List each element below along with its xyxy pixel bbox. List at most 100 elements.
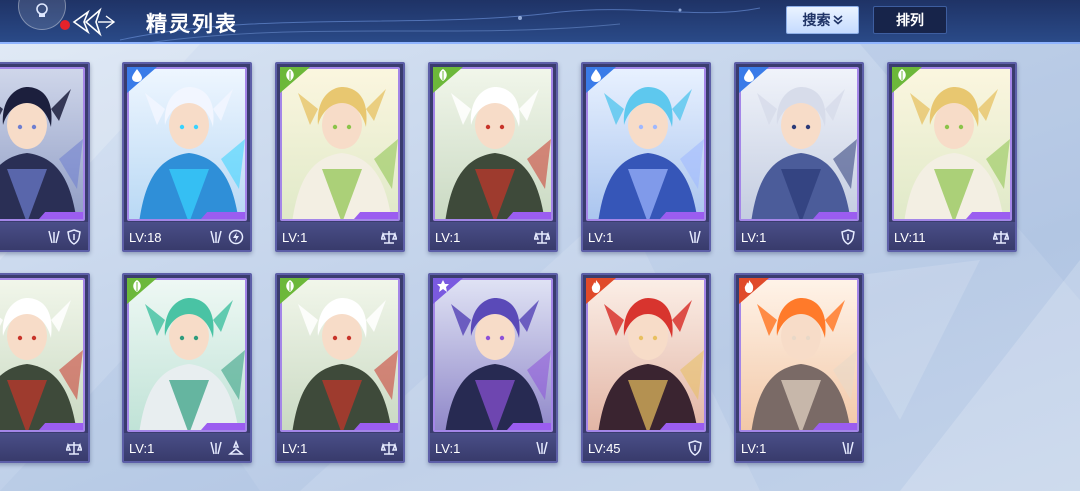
level-label: LV:1: [129, 441, 155, 456]
rarity-tab: [201, 423, 245, 430]
balance-icon: [534, 231, 550, 244]
trait-badges: [687, 229, 703, 245]
sprite-card[interactable]: LV:1: [428, 62, 558, 252]
grass-element-icon: [898, 69, 906, 81]
card-art: [433, 67, 553, 221]
character-portrait: [0, 69, 83, 219]
card-footer: [0, 433, 88, 461]
level-label: LV:1: [435, 230, 461, 245]
dark-element-icon: [437, 280, 449, 292]
rarity-tab: [813, 212, 857, 219]
rarity-tab: [813, 423, 857, 430]
grass-element-icon: [286, 69, 294, 81]
card-art: [739, 278, 859, 432]
rarity-tab: [354, 423, 398, 430]
card-footer: LV:1: [277, 222, 403, 250]
level-label: LV:45: [588, 441, 621, 456]
card-footer: LV:1: [124, 433, 250, 461]
level-label: LV:1: [435, 441, 461, 456]
shield-icon: [688, 440, 702, 456]
trait-badges: [208, 229, 244, 245]
shield-icon: [67, 229, 81, 245]
trait-icon: [689, 230, 701, 244]
level-label: LV:1: [741, 441, 767, 456]
level-label: LV:1: [588, 230, 614, 245]
card-footer: LV:11: [889, 222, 1015, 250]
trait-badges: [381, 229, 397, 245]
grass-element-icon: [439, 69, 447, 81]
trait-badges: [46, 229, 82, 245]
sprite-card[interactable]: LV:45: [581, 273, 711, 463]
card-footer: LV:18: [124, 222, 250, 250]
rarity-tab: [201, 212, 245, 219]
level-label: LV:1: [741, 230, 767, 245]
card-art: [0, 67, 85, 221]
sprite-card[interactable]: LV:1: [428, 273, 558, 463]
character-portrait: [282, 280, 398, 430]
sprite-card[interactable]: LV:11: [887, 62, 1017, 252]
card-art: [586, 278, 706, 432]
sprite-card[interactable]: [0, 62, 90, 252]
character-portrait: [894, 69, 1010, 219]
balance-icon: [381, 231, 397, 244]
trait-badges: [840, 440, 856, 456]
trait-badges: [534, 229, 550, 245]
trait-badges: [381, 440, 397, 456]
card-footer: [0, 222, 88, 250]
character-portrait: [435, 280, 551, 430]
card-art: [280, 67, 400, 221]
character-portrait: [0, 280, 83, 430]
sprite-card[interactable]: LV:1: [275, 273, 405, 463]
grass-element-icon: [286, 280, 294, 292]
sprite-card[interactable]: LV:1: [734, 273, 864, 463]
sprite-card[interactable]: LV:1: [275, 62, 405, 252]
card-footer: LV:1: [277, 433, 403, 461]
card-footer: LV:1: [430, 433, 556, 461]
trait-badges: [66, 440, 82, 456]
lightning-icon: [228, 229, 244, 245]
fire-element-icon: [744, 280, 754, 293]
balance-icon: [993, 231, 1009, 244]
sprite-grid: LV:18 LV:1 LV:1 LV:1 LV:1 LV:11 LV:1 LV:1 LV:1 LV…: [0, 0, 1080, 491]
trait-badges: [534, 440, 550, 456]
card-art: [892, 67, 1012, 221]
grass-element-icon: [133, 280, 141, 292]
rarity-tab: [966, 212, 1010, 219]
water-element-icon: [132, 69, 142, 82]
character-portrait: [282, 69, 398, 219]
level-label: LV:11: [894, 230, 926, 245]
card-art: [127, 67, 247, 221]
card-footer: LV:45: [583, 433, 709, 461]
sprite-card[interactable]: LV:18: [122, 62, 252, 252]
trait-icon: [842, 441, 854, 455]
character-portrait: [741, 280, 857, 430]
sprite-card[interactable]: LV:1: [122, 273, 252, 463]
water-element-icon: [744, 69, 754, 82]
card-art: [433, 278, 553, 432]
sprite-card[interactable]: [0, 273, 90, 463]
stance-icon: [228, 440, 244, 455]
card-footer: LV:1: [736, 433, 862, 461]
rarity-tab: [354, 212, 398, 219]
character-portrait: [588, 69, 704, 219]
rarity-tab: [507, 212, 551, 219]
rarity-tab: [660, 423, 704, 430]
card-footer: LV:1: [736, 222, 862, 250]
sprite-card[interactable]: LV:1: [581, 62, 711, 252]
sprite-card[interactable]: LV:1: [734, 62, 864, 252]
card-art: [280, 278, 400, 432]
balance-icon: [66, 442, 82, 455]
trait-icon: [210, 441, 222, 455]
character-portrait: [435, 69, 551, 219]
character-portrait: [741, 69, 857, 219]
character-portrait: [588, 280, 704, 430]
trait-icon: [48, 230, 60, 244]
trait-badges: [687, 440, 703, 456]
level-label: LV:1: [282, 230, 308, 245]
rarity-tab: [507, 423, 551, 430]
rarity-tab: [660, 212, 704, 219]
level-label: LV:1: [282, 441, 308, 456]
water-element-icon: [591, 69, 601, 82]
rarity-tab: [39, 423, 83, 430]
trait-icon: [210, 230, 222, 244]
